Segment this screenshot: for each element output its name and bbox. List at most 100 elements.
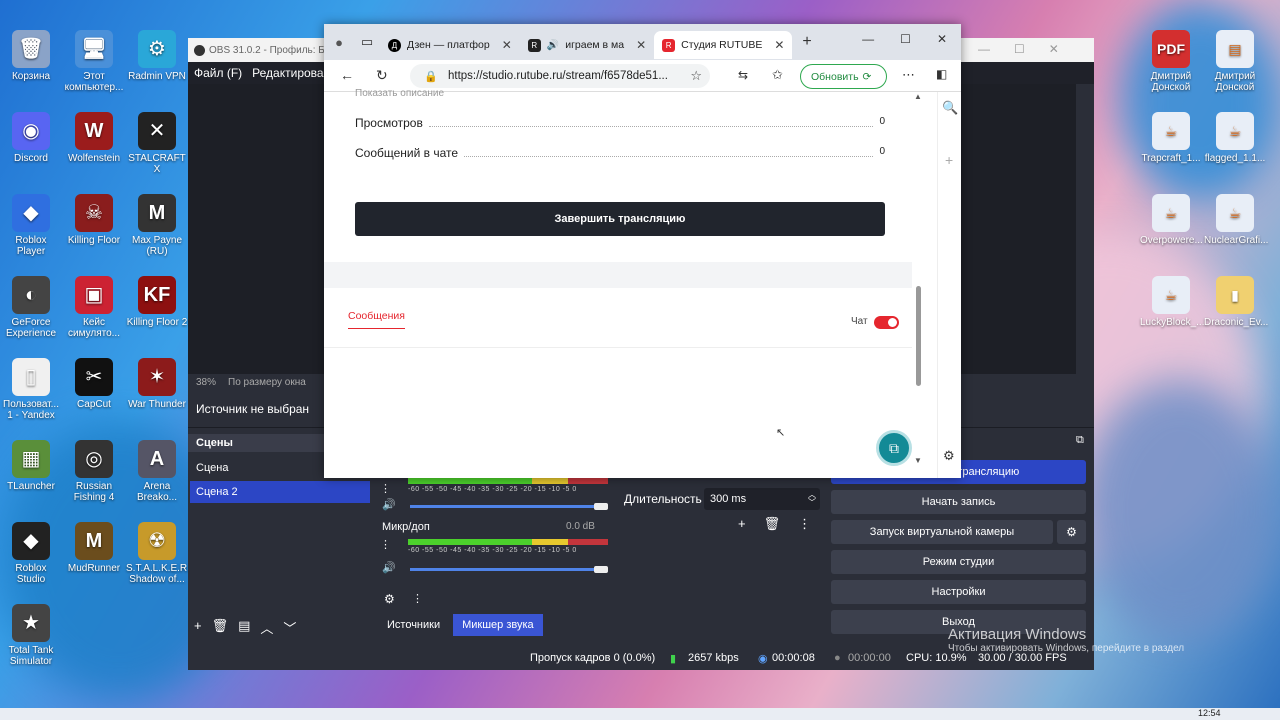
desktop-icon[interactable]: ◎ Russian Fishing 4 <box>63 440 125 503</box>
desktop-icon[interactable]: ▤ Дмитрий Донской <box>1204 30 1266 93</box>
tab-actions-icon[interactable]: ▭ <box>354 34 380 50</box>
close-icon[interactable]: ✕ <box>502 38 512 52</box>
sidebar-toggle-icon[interactable]: ◧ <box>936 67 947 81</box>
scroll-up-icon[interactable]: ▲ <box>914 92 922 101</box>
desktop-icon[interactable]: ☢ S.T.A.L.K.E.R. Shadow of... <box>126 522 190 585</box>
duration-input[interactable]: 300 ms ︿ ﹀ <box>704 488 820 510</box>
browser-tab-active[interactable]: R Студия RUTUBE ✕ <box>654 31 793 59</box>
virtual-camera-button[interactable]: Запуск виртуальной камеры <box>831 520 1053 544</box>
volume-slider-ch2[interactable] <box>410 568 596 571</box>
desktop-icon[interactable]: ☕ flagged_1.1... <box>1204 112 1266 164</box>
desktop-icon[interactable]: ☠ Killing Floor <box>63 194 125 246</box>
stepper-icon[interactable]: ︿ ﹀ <box>808 491 816 507</box>
tab-mixer[interactable]: Микшер звука <box>453 614 543 636</box>
browser-tab[interactable]: R 🔊 играем в ма ✕ <box>520 31 654 59</box>
speaker-icon[interactable]: 🔊 <box>382 498 396 511</box>
scene-item-active[interactable]: Сцена 2 <box>190 481 370 503</box>
audio-icon[interactable]: 🔊 <box>547 40 559 51</box>
desktop-icon[interactable]: ◆ Roblox Studio <box>0 522 62 585</box>
virtual-camera-settings-button[interactable]: ⚙ <box>1057 520 1086 544</box>
new-tab-icon[interactable]: + <box>802 33 811 51</box>
desktop-icon[interactable]: ⚙ Radmin VPN <box>126 30 188 82</box>
settings-button[interactable]: Настройки <box>831 580 1086 604</box>
add-icon[interactable]: + <box>738 516 746 532</box>
menu-file[interactable]: Файл (F) <box>194 66 242 80</box>
start-record-button[interactable]: Начать запись <box>831 490 1086 514</box>
trash-icon[interactable]: 🗑 <box>764 516 781 532</box>
desktop-icon[interactable]: A Arena Breako... <box>126 440 188 503</box>
close-icon[interactable]: ✕ <box>937 32 947 46</box>
desktop-icon[interactable]: ◐ GeForce Experience <box>0 276 62 339</box>
scroll-down-icon[interactable]: ▼ <box>914 456 922 465</box>
desktop-icon[interactable]: ★ Total Tank Simulator <box>0 604 62 667</box>
kebab-icon[interactable]: ⋮ <box>798 516 811 532</box>
add-icon[interactable]: + <box>945 152 953 168</box>
desktop-icon[interactable]: 🗑 Корзина <box>0 30 62 82</box>
desktop-icon[interactable]: ▯ Пользоват... 1 - Yandex <box>0 358 62 421</box>
maximize-icon[interactable]: ☐ <box>900 32 911 46</box>
scrollbar[interactable]: ▲ ▼ <box>914 92 924 476</box>
kebab-icon[interactable]: ⋮ <box>380 538 391 551</box>
chat-fab-button[interactable]: ⧉ <box>876 430 912 466</box>
zoom-fit[interactable]: По размеру окна <box>228 377 306 388</box>
desktop-icon[interactable]: M Max Payne (RU) <box>126 194 188 257</box>
search-icon[interactable]: 🔍 <box>942 100 958 116</box>
desktop-icon[interactable]: ◆ Roblox Player <box>0 194 62 257</box>
desktop-icon[interactable]: ◉ Discord <box>0 112 62 164</box>
desktop-icon[interactable]: ▦ TLauncher <box>0 440 62 492</box>
favorite-star-icon[interactable]: ☆ <box>690 68 702 84</box>
extensions-icon[interactable]: ⇆ <box>738 68 748 82</box>
speaker-icon[interactable]: 🔊 <box>382 561 396 574</box>
show-description-link[interactable]: Показать описание <box>355 88 444 99</box>
undock-icon[interactable]: ⧉ <box>1076 434 1084 447</box>
desktop-icon[interactable]: ▣ Кейс симулято... <box>63 276 125 339</box>
studio-mode-button[interactable]: Режим студии <box>831 550 1086 574</box>
kebab-icon[interactable]: ⋮ <box>380 482 391 495</box>
close-icon[interactable]: ✕ <box>1049 42 1059 56</box>
add-icon[interactable]: + <box>194 618 202 637</box>
gear-icon[interactable]: ⚙ <box>943 448 955 464</box>
desktop-icon[interactable]: ☕ NuclearGrafi... <box>1204 194 1268 246</box>
address-bar[interactable]: 🔒 https://studio.rutube.ru/stream/f6578d… <box>410 64 710 88</box>
desktop-icon[interactable]: M MudRunner <box>63 522 125 574</box>
minimize-icon[interactable]: — <box>862 32 874 46</box>
desktop-icon[interactable]: ☕ LuckyBlock_... <box>1140 276 1204 328</box>
maximize-icon[interactable]: ☐ <box>1014 42 1025 56</box>
end-stream-button[interactable]: Завершить трансляцию <box>355 202 885 236</box>
filter-icon[interactable]: ▤ <box>238 618 250 637</box>
desktop-icon[interactable]: ✶ War Thunder <box>126 358 188 410</box>
more-icon[interactable]: ⋯ <box>902 67 915 83</box>
gear-icon[interactable]: ⚙ <box>384 592 395 606</box>
browser-tab[interactable]: Д Дзен — платфор ✕ <box>380 31 520 59</box>
volume-thumb-ch2[interactable] <box>594 566 608 573</box>
desktop-icon[interactable]: ✂ CapCut <box>63 358 125 410</box>
tab-sources[interactable]: Источники <box>378 614 449 636</box>
profile-icon[interactable]: ● <box>324 35 354 50</box>
tab-messages[interactable]: Сообщения <box>348 310 405 329</box>
desktop-icon[interactable]: ☕ Trapcraft_1... <box>1140 112 1202 164</box>
zoom-value[interactable]: 38% <box>196 377 216 388</box>
volume-thumb-ch1[interactable] <box>594 503 608 510</box>
desktop-icon-label: GeForce Experience <box>5 317 57 339</box>
desktop-icon[interactable]: W Wolfenstein <box>63 112 125 164</box>
up-arrow-icon[interactable]: ︿ <box>260 618 273 637</box>
desktop-icon[interactable]: ▮ Draconic_Ev... <box>1204 276 1268 328</box>
minimize-icon[interactable]: — <box>978 42 990 56</box>
desktop-icon[interactable]: KF Killing Floor 2 <box>126 276 188 328</box>
desktop-icon[interactable]: 🖥 Этот компьютер... <box>63 30 125 93</box>
chat-toggle[interactable] <box>874 316 899 329</box>
desktop-icon[interactable]: ☕ Overpowere... <box>1140 194 1203 246</box>
down-arrow-icon[interactable]: ﹀ <box>283 618 296 637</box>
close-icon[interactable]: ✕ <box>774 38 784 52</box>
back-arrow-icon[interactable]: ← <box>340 67 354 83</box>
close-icon[interactable]: ✕ <box>636 38 646 52</box>
scroll-thumb[interactable] <box>916 286 921 386</box>
reload-icon[interactable]: ↻ <box>376 67 388 84</box>
kebab-icon[interactable]: ⋮ <box>412 592 423 605</box>
desktop-icon[interactable]: ✕ STALCRAFT X <box>126 112 188 175</box>
update-button[interactable]: Обновить ⟳ <box>800 64 887 89</box>
favorites-icon[interactable]: ✩ <box>772 67 783 83</box>
trash-icon[interactable]: 🗑 <box>212 618 229 637</box>
volume-slider-ch1[interactable] <box>410 505 596 508</box>
desktop-icon[interactable]: PDF Дмитрий Донской <box>1140 30 1202 93</box>
